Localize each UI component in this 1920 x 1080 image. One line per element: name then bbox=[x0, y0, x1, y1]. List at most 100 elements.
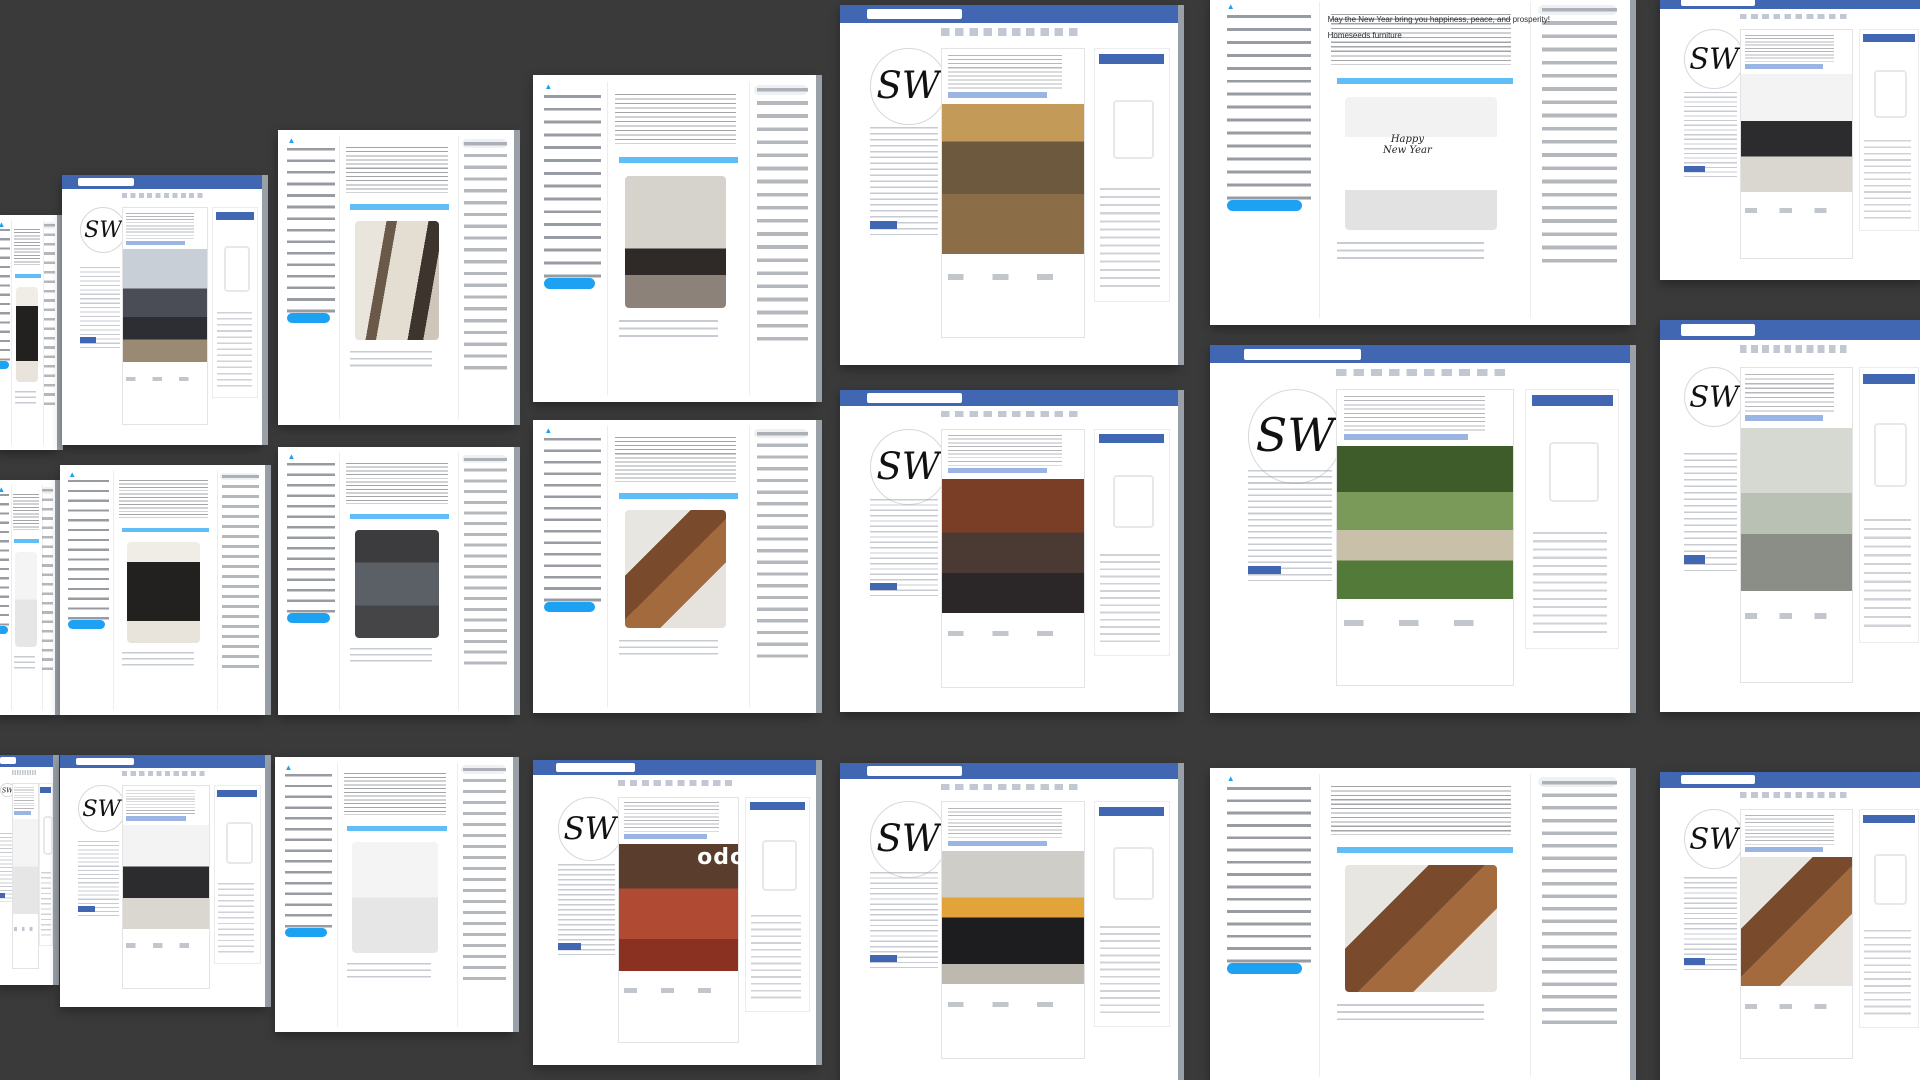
twitter-nav-list bbox=[68, 480, 110, 620]
twitter-bird-icon: ▲ bbox=[544, 425, 553, 435]
page-nav-button bbox=[558, 943, 582, 950]
panel-placeholder bbox=[1874, 422, 1908, 488]
facebook-search-input bbox=[1681, 323, 1756, 336]
trends-panel bbox=[464, 141, 507, 378]
tweet-footer bbox=[349, 647, 433, 664]
sw-monogram-icon: SW bbox=[1689, 822, 1741, 856]
facebook-tabs bbox=[1336, 368, 1513, 377]
trends-panel bbox=[42, 489, 54, 678]
page-nav-list bbox=[870, 499, 938, 597]
page-nav-button bbox=[1683, 555, 1706, 564]
post-card bbox=[122, 207, 208, 426]
tile: SW bbox=[840, 763, 1178, 1080]
post-card bbox=[617, 796, 739, 1043]
post-image bbox=[942, 478, 1085, 613]
tweet-hashtags bbox=[349, 203, 449, 210]
twitter-nav-list bbox=[544, 437, 601, 602]
page-nav-button bbox=[870, 583, 898, 591]
sw-monogram-icon: SW bbox=[84, 218, 124, 243]
sw-monogram-text: SW bbox=[877, 63, 943, 107]
post-actions bbox=[1344, 619, 1507, 626]
panel-button bbox=[40, 786, 52, 794]
tweet-image bbox=[126, 542, 201, 643]
panel-button bbox=[749, 801, 805, 811]
twitter-nav-list bbox=[284, 773, 333, 928]
right-panel bbox=[1858, 809, 1920, 1029]
tile: SW bbox=[60, 755, 265, 1007]
post-hashtags bbox=[948, 468, 1048, 474]
facebook-search-input bbox=[0, 757, 16, 765]
facebook-tabs bbox=[617, 779, 737, 786]
tweet-text bbox=[614, 437, 737, 483]
post-text bbox=[1744, 34, 1834, 63]
post-hashtags bbox=[1744, 847, 1823, 853]
panel-text bbox=[40, 872, 51, 937]
twitter-nav-list bbox=[1226, 14, 1311, 200]
post-actions bbox=[1744, 1003, 1848, 1009]
panel-text bbox=[1100, 925, 1160, 1016]
twitter-bird-icon: ▲ bbox=[1226, 774, 1235, 784]
page-nav-button bbox=[0, 893, 5, 899]
twitter-bird-icon: ▲ bbox=[0, 484, 6, 494]
panel-placeholder bbox=[42, 815, 53, 856]
post-hashtags bbox=[1744, 415, 1823, 422]
right-panel bbox=[745, 796, 810, 1013]
page-avatar: SW bbox=[1683, 367, 1745, 428]
tweet-hashtags bbox=[618, 156, 738, 164]
tweet-hashtags bbox=[1336, 846, 1514, 853]
tweet-button bbox=[287, 613, 330, 623]
post-image bbox=[1740, 73, 1852, 193]
tweet-button bbox=[544, 601, 596, 612]
tile: ▲ bbox=[533, 420, 816, 713]
facebook-tabs bbox=[1739, 792, 1851, 799]
post-card bbox=[12, 782, 39, 969]
panel-button bbox=[215, 212, 255, 220]
panel-button bbox=[1098, 806, 1165, 816]
sw-monogram-text: SW bbox=[1689, 822, 1741, 856]
tweet-text bbox=[346, 462, 448, 504]
post-text bbox=[126, 212, 194, 239]
tile: ▲ bbox=[278, 447, 514, 715]
screenshot-wall: ▲ SW ▲ ▲ SW ▲ Happy New Year May the New Y… bbox=[0, 0, 1920, 1080]
panel-button bbox=[1863, 373, 1915, 385]
post-text bbox=[14, 787, 34, 810]
twitter-nav-list bbox=[1226, 786, 1311, 964]
twitter-nav-list bbox=[0, 229, 10, 361]
panel-button bbox=[1098, 54, 1165, 65]
post-text bbox=[1344, 396, 1486, 432]
post-text bbox=[948, 434, 1062, 466]
trends-panel bbox=[463, 768, 506, 988]
sw-monogram-icon: SW bbox=[877, 816, 943, 860]
post-card bbox=[941, 801, 1086, 1060]
page-nav-list bbox=[1247, 470, 1332, 581]
facebook-search-input bbox=[867, 393, 962, 403]
tweet-text bbox=[119, 479, 208, 518]
facebook-tabs bbox=[941, 410, 1084, 418]
page-nav-list bbox=[1683, 877, 1737, 971]
tweet-button bbox=[287, 312, 330, 324]
tweet-image bbox=[624, 510, 727, 629]
tweet-footer bbox=[14, 391, 37, 405]
page-avatar: SW bbox=[80, 207, 126, 254]
tweet-footer bbox=[122, 652, 195, 667]
tweet-button bbox=[68, 620, 106, 629]
twitter-bird-icon: ▲ bbox=[68, 470, 77, 479]
tweet-image bbox=[15, 287, 39, 383]
post-image bbox=[942, 851, 1085, 985]
page-nav-button bbox=[80, 337, 96, 343]
post-actions bbox=[948, 630, 1079, 636]
facebook-search-input bbox=[867, 766, 962, 776]
post-image bbox=[1740, 857, 1852, 987]
post-hashtags bbox=[14, 811, 32, 815]
tile: SW bbox=[1210, 345, 1630, 713]
panel-text bbox=[218, 883, 255, 954]
tile: ▲ Happy New Year May the New Year bring yo… bbox=[1210, 0, 1630, 325]
tweet-footer bbox=[1336, 242, 1484, 262]
tweet-button bbox=[544, 277, 596, 290]
panel-button bbox=[217, 789, 258, 797]
sw-monogram-icon: SW bbox=[1689, 380, 1741, 414]
post-card bbox=[941, 428, 1086, 689]
page-nav-button bbox=[1247, 565, 1282, 574]
post-card bbox=[1739, 809, 1853, 1060]
tweet-column bbox=[336, 762, 458, 1027]
